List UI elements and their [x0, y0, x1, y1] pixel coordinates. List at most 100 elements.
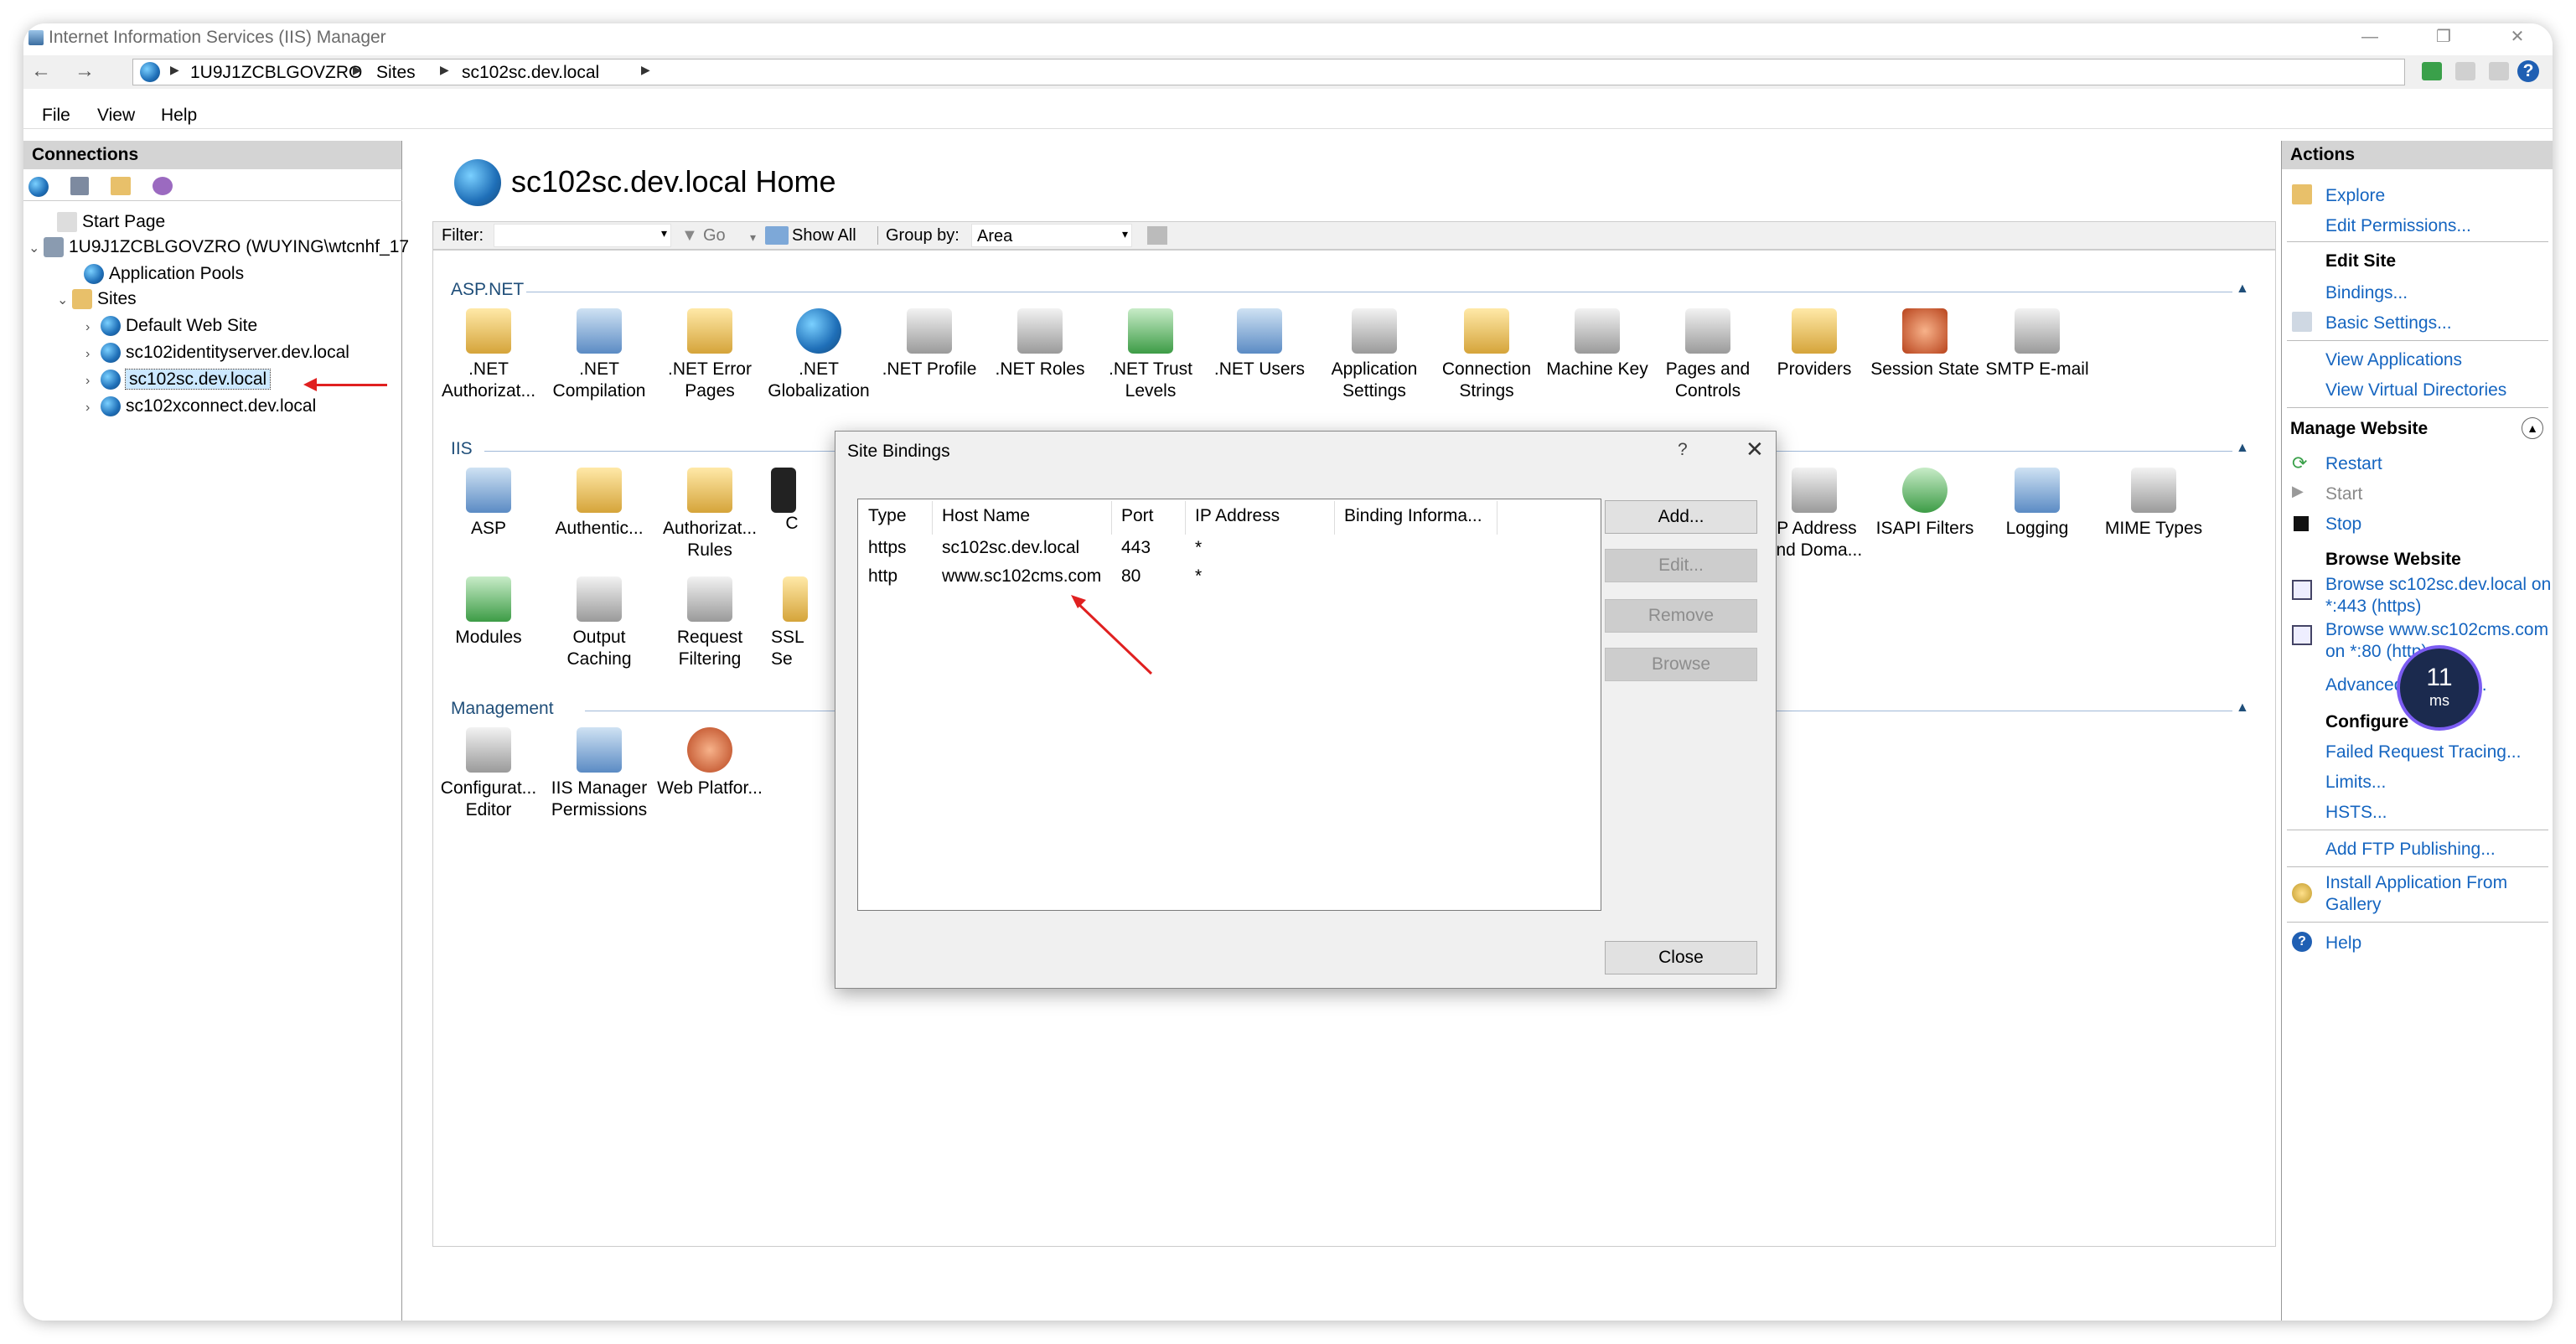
action-explore[interactable]: Explore	[2325, 186, 2385, 206]
tree-site-xconnect[interactable]: › sc102xconnect.dev.local	[85, 394, 316, 419]
forward-button[interactable]: →	[70, 60, 99, 84]
column-header-port[interactable]: Port	[1121, 506, 1154, 531]
action-browse-https-line2[interactable]: *:443 (https)	[2325, 597, 2421, 617]
bindings-list[interactable]: Type Host Name Port IP Address Binding I…	[857, 499, 1601, 911]
menu-file[interactable]: File	[42, 106, 70, 126]
close-button[interactable]: ✕	[2484, 25, 2551, 50]
group-iis[interactable]: IIS	[451, 439, 473, 459]
dropdown-icon[interactable]: ▾	[750, 230, 756, 245]
dialog-help-button[interactable]: ?	[1678, 440, 1688, 460]
feature-request-filtering[interactable]: Request Filtering	[655, 576, 764, 670]
feature-modules[interactable]: Modules	[434, 576, 543, 649]
collapse-icon[interactable]: ⌄	[57, 288, 72, 313]
column-divider[interactable]	[1334, 501, 1335, 535]
action-help[interactable]: Help	[2325, 933, 2361, 954]
up-folder-icon[interactable]	[111, 177, 131, 195]
breadcrumb-server[interactable]: 1U9J1ZCBLGOVZRO	[190, 63, 362, 83]
save-icon[interactable]	[70, 177, 89, 195]
expand-icon[interactable]: ›	[85, 342, 101, 367]
breadcrumb-sites[interactable]: Sites	[376, 63, 416, 83]
add-binding-button[interactable]: Add...	[1605, 500, 1757, 534]
feature-net-authorization[interactable]: .NET Authorizat...	[434, 308, 543, 402]
feature-net-users[interactable]: .NET Users	[1205, 308, 1314, 380]
action-browse-http[interactable]: Browse www.sc102cms.com	[2325, 620, 2548, 640]
feature-pages-controls[interactable]: Pages and Controls	[1649, 308, 1766, 402]
feature-asp[interactable]: ASP	[434, 468, 543, 540]
feature-partial[interactable]: C	[771, 468, 813, 535]
menu-view[interactable]: View	[97, 106, 135, 126]
collapse-section-icon[interactable]: ▲	[2522, 417, 2543, 439]
tree-site-sc102sc[interactable]: › sc102sc.dev.local	[85, 367, 272, 392]
action-edit-permissions[interactable]: Edit Permissions...	[2325, 216, 2471, 236]
minimize-button[interactable]: —	[2336, 25, 2403, 50]
stop-icon[interactable]	[2455, 62, 2475, 80]
network-icon[interactable]	[2422, 62, 2442, 80]
tree-server[interactable]: ⌄ 1U9J1ZCBLGOVZRO (WUYING\wtcnhf_17	[28, 235, 409, 260]
tree-start-page[interactable]: Start Page	[57, 209, 165, 235]
show-all-button[interactable]: Show All	[792, 226, 856, 246]
tree-site-identityserver[interactable]: › sc102identityserver.dev.local	[85, 340, 349, 365]
home-icon[interactable]	[2489, 62, 2509, 80]
view-mode-icon[interactable]	[1147, 226, 1167, 245]
feature-net-roles[interactable]: .NET Roles	[985, 308, 1094, 380]
expand-icon[interactable]: ›	[85, 395, 101, 421]
edit-binding-button[interactable]: Edit...	[1605, 549, 1757, 582]
tree-site-default[interactable]: › Default Web Site	[85, 313, 257, 339]
feature-application-settings[interactable]: Application Settings	[1314, 308, 1435, 402]
breadcrumb[interactable]: ▶ 1U9J1ZCBLGOVZRO ▶ Sites ▶ sc102sc.dev.…	[132, 59, 2405, 85]
column-divider[interactable]	[1111, 501, 1112, 535]
action-hsts[interactable]: HSTS...	[2325, 803, 2387, 823]
column-header-binding-info[interactable]: Binding Informa...	[1344, 506, 1482, 531]
feature-isapi-filters[interactable]: ISAPI Filters	[1870, 468, 1979, 540]
column-divider[interactable]	[932, 501, 933, 535]
collapse-group-icon[interactable]: ▲	[2236, 441, 2249, 456]
feature-web-platform[interactable]: Web Platfor...	[655, 727, 764, 799]
feature-output-caching[interactable]: Output Caching	[545, 576, 654, 670]
filter-input[interactable]: ▾	[494, 224, 671, 247]
action-view-applications[interactable]: View Applications	[2325, 350, 2462, 370]
dialog-close-button[interactable]: Close	[1605, 941, 1757, 974]
feature-net-globalization[interactable]: .NET Globalization	[764, 308, 873, 402]
action-browse-https[interactable]: Browse sc102sc.dev.local on	[2325, 575, 2551, 595]
column-header-host-name[interactable]: Host Name	[942, 506, 1030, 531]
tree-app-pools[interactable]: Application Pools	[84, 261, 244, 287]
feature-partial[interactable]: SSL Se	[771, 576, 821, 670]
group-by-select[interactable]: Area ▾	[971, 224, 1132, 247]
browse-binding-button[interactable]: Browse	[1605, 648, 1757, 681]
feature-net-profile[interactable]: .NET Profile	[875, 308, 984, 380]
group-management[interactable]: Management	[451, 699, 554, 719]
tree-sites[interactable]: ⌄ Sites	[57, 287, 137, 312]
connect-icon[interactable]	[28, 177, 49, 197]
group-aspnet[interactable]: ASP.NET	[451, 280, 524, 300]
action-basic-settings[interactable]: Basic Settings...	[2325, 313, 2452, 333]
action-restart[interactable]: Restart	[2325, 454, 2382, 474]
column-header-ip-address[interactable]: IP Address	[1195, 506, 1280, 531]
collapse-icon[interactable]: ⌄	[28, 236, 44, 261]
feature-authorization-rules[interactable]: Authorizat... Rules	[655, 468, 764, 561]
feature-net-compilation[interactable]: .NET Compilation	[545, 308, 654, 402]
feature-authentication[interactable]: Authentic...	[545, 468, 654, 540]
action-failed-request-tracing[interactable]: Failed Request Tracing...	[2325, 742, 2521, 762]
feature-net-error-pages[interactable]: .NET Error Pages	[655, 308, 764, 402]
feature-iis-manager-permissions[interactable]: IIS Manager Permissions	[545, 727, 654, 821]
action-start[interactable]: Start	[2325, 484, 2362, 504]
back-button[interactable]: ←	[27, 60, 55, 84]
action-add-ftp-publishing[interactable]: Add FTP Publishing...	[2325, 840, 2496, 860]
column-header-type[interactable]: Type	[868, 506, 907, 531]
restore-button[interactable]: ❐	[2410, 25, 2477, 50]
feature-logging[interactable]: Logging	[1983, 468, 2092, 540]
action-install-application-line2[interactable]: Gallery	[2325, 895, 2382, 915]
action-limits[interactable]: Limits...	[2325, 773, 2386, 793]
go-button[interactable]: Go	[703, 226, 726, 246]
binding-row[interactable]: http www.sc102cms.com 80 *	[858, 563, 1601, 590]
column-divider[interactable]	[1185, 501, 1186, 535]
action-view-virtual-directories[interactable]: View Virtual Directories	[2325, 380, 2506, 401]
collapse-group-icon[interactable]: ▲	[2236, 700, 2249, 716]
menu-help[interactable]: Help	[161, 106, 197, 126]
collapse-group-icon[interactable]: ▲	[2236, 282, 2249, 297]
feature-smtp-email[interactable]: SMTP E-mail	[1978, 308, 2097, 380]
feature-machine-key[interactable]: Machine Key	[1539, 308, 1656, 380]
disconnect-icon[interactable]	[153, 177, 173, 195]
action-bindings[interactable]: Bindings...	[2325, 283, 2408, 303]
feature-mime-types[interactable]: MIME Types	[2093, 468, 2214, 540]
